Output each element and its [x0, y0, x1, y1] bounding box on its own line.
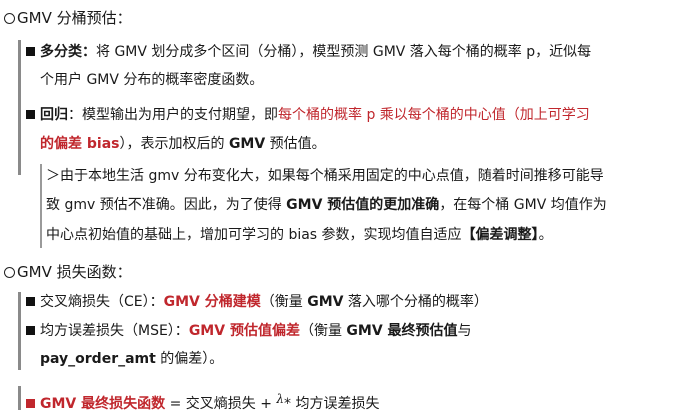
regression-text-2b: 预估值。	[265, 136, 326, 152]
final-loss-highlight: GMV 最终损失函数	[40, 396, 166, 412]
note-text-3a: 中心点初始值的基础上，增加可学习的 bias 参数，实现均值自适应	[46, 227, 462, 243]
multi-class-label: 多分类：	[40, 44, 96, 60]
section-gmv-bucket-estimation: GMV 分桶预估：	[4, 8, 132, 28]
note-indent-bar	[40, 164, 42, 248]
hollow-circle-bullet-icon	[4, 267, 15, 278]
note-line-1: ＞由于本地生活 gmv 分布变化大，如果每个桶采用固定的中心点值，随着时间推移可…	[46, 166, 604, 186]
section-gmv-loss-function: GMV 损失函数：	[4, 262, 132, 282]
regression-label: 回归	[40, 107, 68, 123]
regression-gmv-bold: GMV	[228, 136, 266, 152]
lambda-symbol: λ	[276, 392, 285, 406]
hollow-circle-bullet-icon	[4, 13, 15, 24]
ce-loss-gmv-bold: GMV	[307, 294, 344, 310]
pay-order-amt-bold: pay_order_amt	[40, 351, 156, 367]
regression-line-1: 回归：模型输出为用户的支付期望，即每个桶的概率 p 乘以每个桶的中心值（加上可学…	[26, 105, 590, 125]
mse-loss-line-2: pay_order_amt 的偏差）。	[40, 349, 223, 369]
note-text-2a: 致 gmv 预估不准确。因此，为了使得	[46, 197, 287, 213]
indent-bar	[18, 40, 21, 175]
note-bold-2: GMV 预估值的更加准确	[286, 197, 440, 213]
final-loss-line: GMV 最终损失函数 = 交叉熵损失 + λ* 均方误差损失	[26, 389, 379, 414]
square-bullet-icon	[26, 297, 35, 306]
note-text-2b: ，在每个桶 GMV 均值作为	[439, 197, 607, 213]
regression-line-2: 的偏差 bias），表示加权后的 GMV 预估值。	[40, 134, 326, 154]
note-line-2: 致 gmv 预估不准确。因此，为了使得 GMV 预估值的更加准确，在每个桶 GM…	[46, 195, 607, 215]
regression-highlight-2: 的偏差 bias	[40, 136, 120, 152]
square-bullet-icon	[26, 47, 35, 56]
red-square-bullet-icon	[26, 399, 35, 408]
final-loss-tail: * 均方误差损失	[284, 396, 380, 412]
square-bullet-icon	[26, 326, 35, 335]
regression-text-2a: ），表示加权后的	[119, 136, 229, 152]
section-title: GMV 损失函数：	[17, 263, 132, 281]
multi-class-text-1: 将 GMV 划分成多个区间（分桶），模型预测 GMV 落入每个桶的概率 p，近似…	[96, 44, 592, 60]
mse-loss-line-1: 均方误差损失（MSE）：GMV 预估值偏差（衡量 GMV 最终预估值与	[26, 321, 472, 341]
ce-loss-desc-a: （衡量	[260, 294, 308, 310]
regression-text-1: ：模型输出为用户的支付期望，即	[68, 107, 278, 123]
note-text-1: ＞由于本地生活 gmv 分布变化大，如果每个桶采用固定的中心点值，随着时间推移可…	[46, 168, 604, 184]
section-title: GMV 分桶预估：	[17, 9, 132, 27]
multi-class-text-2: 个用户 GMV 分布的概率密度函数。	[40, 72, 264, 88]
ce-loss-label: 交叉熵损失（CE）：	[40, 294, 164, 310]
mse-loss-highlight: GMV 预估值偏差	[188, 323, 300, 339]
multi-class-line-1: 多分类：将 GMV 划分成多个区间（分桶），模型预测 GMV 落入每个桶的概率 …	[26, 42, 591, 62]
square-bullet-icon	[26, 110, 35, 119]
loss-indent-bar	[18, 292, 21, 370]
regression-highlight-1: 每个桶的概率 p 乘以每个桶的中心值（加上可学习	[278, 107, 590, 123]
ce-loss-highlight: GMV 分桶建模	[163, 294, 261, 310]
note-line-3: 中心点初始值的基础上，增加可学习的 bias 参数，实现均值自适应【偏差调整】。	[46, 225, 553, 245]
multi-class-line-2: 个用户 GMV 分布的概率密度函数。	[40, 70, 263, 90]
final-indent-bar	[18, 386, 21, 410]
final-loss-eq: = 交叉熵损失 +	[165, 396, 277, 412]
ce-loss-desc-b: 落入哪个分桶的概率）	[343, 294, 488, 310]
note-bold-3: 【偏差调整】	[461, 227, 539, 243]
mse-loss-tail: 的偏差）。	[155, 351, 224, 367]
mse-loss-desc-b: 与	[457, 323, 472, 339]
ce-loss-line: 交叉熵损失（CE）：GMV 分桶建模（衡量 GMV 落入哪个分桶的概率）	[26, 292, 488, 312]
note-text-3b: 。	[538, 227, 553, 243]
mse-loss-desc-a: （衡量	[299, 323, 347, 339]
slide-page: GMV 分桶预估： 多分类：将 GMV 划分成多个区间（分桶），模型预测 GMV…	[0, 0, 699, 420]
mse-loss-label: 均方误差损失（MSE）：	[40, 323, 189, 339]
mse-loss-bold: GMV 最终预估值	[346, 323, 458, 339]
